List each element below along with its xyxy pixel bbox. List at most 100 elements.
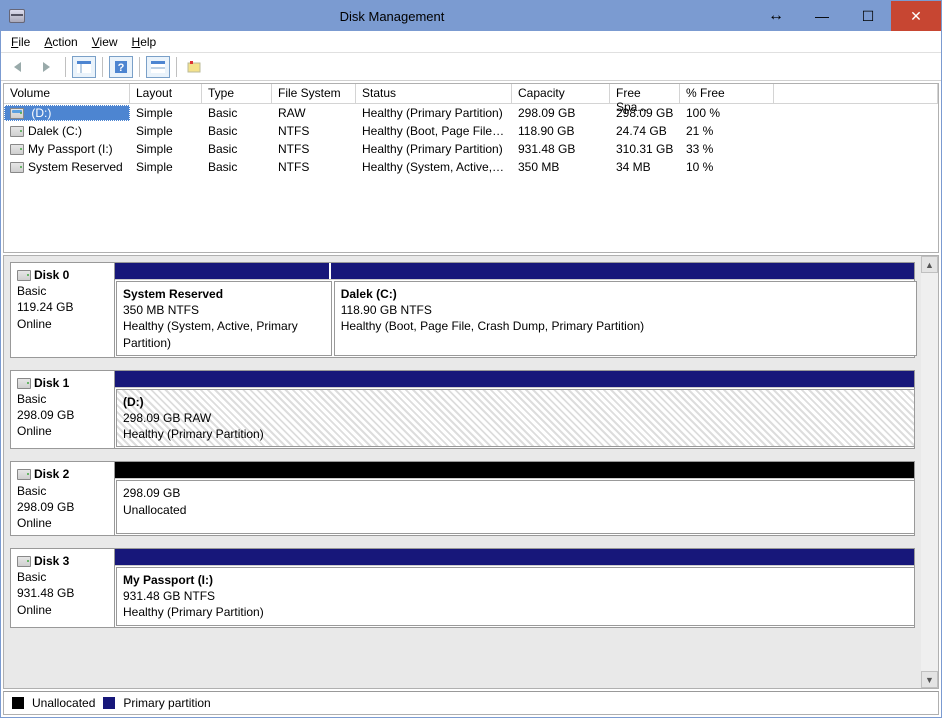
partition-size: 298.09 GB bbox=[123, 485, 908, 501]
partition-title: System Reserved bbox=[123, 286, 325, 302]
toolbar: ? bbox=[1, 53, 941, 81]
disk-info[interactable]: Disk 2 Basic298.09 GBOnline bbox=[11, 462, 115, 535]
volume-pctfree: 33 % bbox=[680, 142, 774, 156]
col-status[interactable]: Status bbox=[356, 84, 512, 104]
partition-cell[interactable]: System Reserved350 MB NTFSHealthy (Syste… bbox=[116, 281, 332, 356]
volume-status: Healthy (Primary Partition) bbox=[356, 142, 512, 156]
volume-capacity: 298.09 GB bbox=[512, 106, 610, 120]
close-button[interactable]: ✕ bbox=[891, 1, 941, 31]
volume-free: 24.74 GB bbox=[610, 124, 680, 138]
disk-info[interactable]: Disk 3Basic931.48 GBOnline bbox=[11, 549, 115, 627]
volume-layout: Simple bbox=[130, 142, 202, 156]
menu-action[interactable]: Action bbox=[44, 35, 77, 49]
volume-capacity: 350 MB bbox=[512, 160, 610, 174]
partition-status: Healthy (Primary Partition) bbox=[123, 426, 908, 442]
scroll-up-button[interactable]: ▲ bbox=[921, 256, 938, 273]
disk-management-window: Disk Management ↔ — ☐ ✕ File Action View… bbox=[0, 0, 942, 718]
disk-state: Online bbox=[17, 423, 108, 439]
volume-free: 310.31 GB bbox=[610, 142, 680, 156]
col-layout[interactable]: Layout bbox=[130, 84, 202, 104]
drive-icon bbox=[10, 144, 24, 155]
partition-title: Dalek (C:) bbox=[341, 286, 910, 302]
partition-cell[interactable]: (D:)298.09 GB RAWHealthy (Primary Partit… bbox=[116, 389, 915, 448]
volume-pctfree: 10 % bbox=[680, 160, 774, 174]
volume-row[interactable]: My Passport (I:) SimpleBasicNTFSHealthy (… bbox=[4, 140, 938, 158]
disk-type: Basic bbox=[17, 569, 108, 585]
disk-state: Online bbox=[17, 602, 108, 618]
titlebar[interactable]: Disk Management ↔ — ☐ ✕ bbox=[1, 1, 941, 31]
disk-icon bbox=[17, 378, 31, 389]
drive-icon bbox=[10, 126, 24, 137]
col-type[interactable]: Type bbox=[202, 84, 272, 104]
col-capacity[interactable]: Capacity bbox=[512, 84, 610, 104]
disk-name: Disk 0 bbox=[34, 268, 69, 282]
disk-icon bbox=[17, 469, 31, 480]
volume-label: (D:) bbox=[28, 106, 51, 120]
volume-free: 298.09 GB bbox=[610, 106, 680, 120]
col-pctfree[interactable]: % Free bbox=[680, 84, 774, 104]
volumes-header: Volume Layout Type File System Status Ca… bbox=[4, 84, 938, 104]
partition-color-bar bbox=[331, 263, 914, 279]
settings-button[interactable] bbox=[183, 56, 207, 78]
disk-name: Disk 1 bbox=[34, 376, 69, 390]
app-icon bbox=[9, 9, 25, 23]
volume-label: Dalek (C:) bbox=[28, 124, 82, 138]
forward-button[interactable] bbox=[35, 56, 59, 78]
vertical-scrollbar[interactable]: ▲ ▼ bbox=[921, 256, 938, 688]
svg-text:?: ? bbox=[118, 62, 125, 74]
disk-size: 298.09 GB bbox=[17, 499, 108, 515]
disk-row: Disk 3Basic931.48 GBOnlineMy Passport (I… bbox=[10, 548, 915, 628]
minimize-button[interactable]: — bbox=[799, 1, 845, 31]
help-button[interactable]: ? bbox=[109, 56, 133, 78]
volume-row[interactable]: Dalek (C:)SimpleBasicNTFSHealthy (Boot, … bbox=[4, 122, 938, 140]
volume-status: Healthy (System, Active, Pr... bbox=[356, 160, 512, 174]
disk-state: Online bbox=[17, 316, 108, 332]
menu-file[interactable]: File bbox=[11, 35, 30, 49]
volume-capacity: 931.48 GB bbox=[512, 142, 610, 156]
volume-type: Basic bbox=[202, 142, 272, 156]
disk-row: Disk 2Basic298.09 GBOnline298.09 GBUnall… bbox=[10, 461, 915, 536]
partition-cell[interactable]: 298.09 GBUnallocated bbox=[116, 480, 915, 534]
partition-status: Healthy (Boot, Page File, Crash Dump, Pr… bbox=[341, 318, 910, 334]
disk-state: Online bbox=[17, 515, 108, 531]
maximize-button[interactable]: ☐ bbox=[845, 1, 891, 31]
volume-row[interactable]: System ReservedSimpleBasicNTFSHealthy (S… bbox=[4, 158, 938, 176]
disk-name: Disk 2 bbox=[34, 467, 69, 481]
partition-status: Healthy (Primary Partition) bbox=[123, 604, 908, 620]
volume-row[interactable]: (D:)SimpleBasicRAWHealthy (Primary Parti… bbox=[4, 104, 938, 122]
volumes-table: Volume Layout Type File System Status Ca… bbox=[3, 83, 939, 253]
volume-layout: Simple bbox=[130, 124, 202, 138]
disk-info[interactable]: Disk 1Basic298.09 GBOnline bbox=[11, 371, 115, 449]
disk-row: Disk 1Basic298.09 GBOnline (D:)298.09 GB… bbox=[10, 370, 915, 450]
menu-view[interactable]: View bbox=[92, 35, 118, 49]
col-filesystem[interactable]: File System bbox=[272, 84, 356, 104]
volume-layout: Simple bbox=[130, 106, 202, 120]
volume-type: Basic bbox=[202, 106, 272, 120]
view-top-button[interactable] bbox=[146, 56, 170, 78]
menubar: File Action View Help bbox=[1, 31, 941, 53]
volume-label: My Passport (I:) bbox=[28, 142, 113, 156]
volume-type: Basic bbox=[202, 160, 272, 174]
partition-color-bar bbox=[115, 549, 914, 565]
show-hide-tree-button[interactable] bbox=[72, 56, 96, 78]
partition-title: My Passport (I:) bbox=[123, 572, 908, 588]
partition-size: 118.90 GB NTFS bbox=[341, 302, 910, 318]
col-volume[interactable]: Volume bbox=[4, 84, 130, 104]
menu-help[interactable]: Help bbox=[132, 35, 157, 49]
disk-info[interactable]: Disk 0Basic119.24 GBOnline bbox=[11, 263, 115, 357]
partition-size: 298.09 GB RAW bbox=[123, 410, 908, 426]
swatch-unallocated bbox=[12, 697, 24, 709]
col-free[interactable]: Free Spa... bbox=[610, 84, 680, 104]
legend-unallocated: Unallocated bbox=[32, 696, 95, 710]
partition-cell[interactable]: My Passport (I:)931.48 GB NTFSHealthy (P… bbox=[116, 567, 915, 626]
partition-cell[interactable]: Dalek (C:)118.90 GB NTFSHealthy (Boot, P… bbox=[334, 281, 917, 356]
back-button[interactable] bbox=[7, 56, 31, 78]
scroll-down-button[interactable]: ▼ bbox=[921, 671, 938, 688]
volume-fs: NTFS bbox=[272, 142, 356, 156]
disk-type: Basic bbox=[17, 483, 108, 499]
partition-size: 931.48 GB NTFS bbox=[123, 588, 908, 604]
partition-status: Healthy (System, Active, Primary Partiti… bbox=[123, 318, 325, 350]
drag-icon[interactable]: ↔ bbox=[753, 1, 799, 31]
legend-primary: Primary partition bbox=[123, 696, 210, 710]
legend: Unallocated Primary partition bbox=[3, 691, 939, 715]
